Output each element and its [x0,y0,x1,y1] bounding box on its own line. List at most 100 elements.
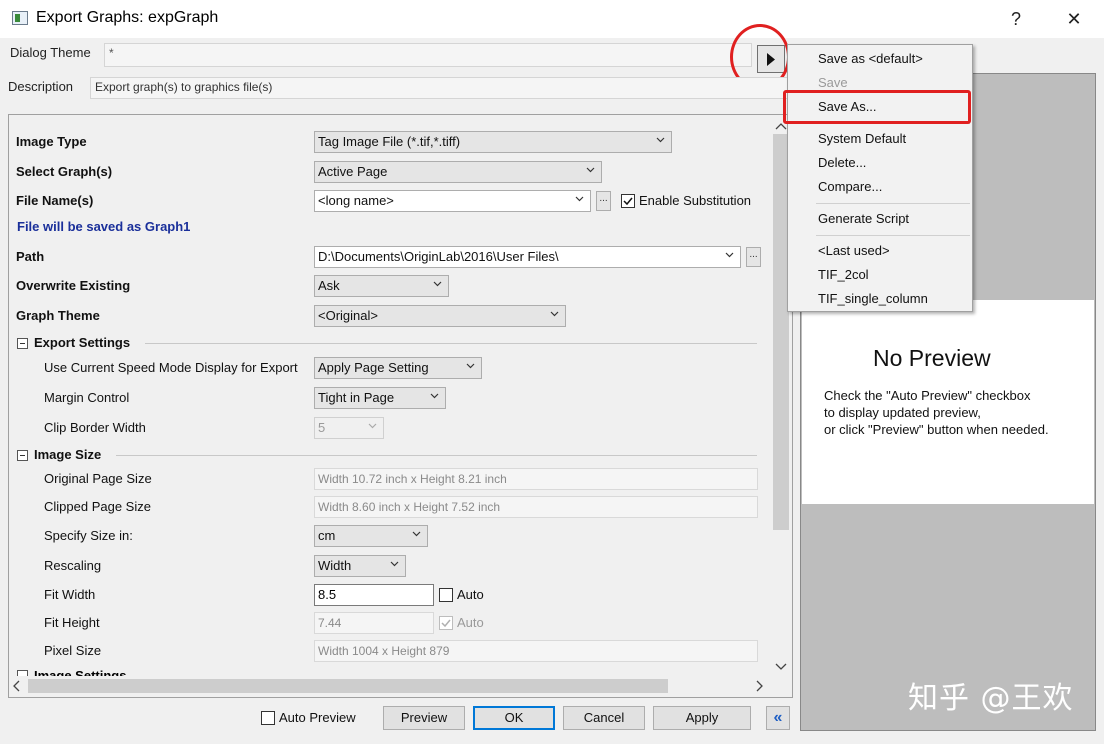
fit-width-auto-label: Auto [457,587,484,602]
menu-item-delete[interactable]: Delete... [818,155,866,170]
chevron-down-icon [725,252,734,258]
menu-item-save: Save [818,75,848,90]
rescaling-label: Rescaling [44,558,102,573]
section-divider [145,343,757,344]
image-size-header: Image Size [34,447,102,462]
dialog-theme-field[interactable]: * [104,43,752,67]
menu-item-last-used[interactable]: <Last used> [818,243,890,258]
theme-context-menu: Save as <default> Save Save As... System… [787,44,973,312]
fit-height-input: 7.44 [314,612,434,634]
menu-separator [816,235,970,236]
speed-mode-label: Use Current Speed Mode Display for Expor… [44,360,298,375]
image-type-value: Tag Image File (*.tif,*.tiff) [318,134,461,149]
menu-separator [816,203,970,204]
graph-theme-select[interactable]: <Original> [314,305,566,327]
clipped-size-field: Width 8.60 inch x Height 7.52 inch [314,496,758,518]
margin-control-value: Tight in Page [318,390,395,405]
app-icon [12,11,28,25]
fit-height-label: Fit Height [44,615,100,630]
ok-button[interactable]: OK [473,706,555,730]
collapse-preview-button[interactable]: « [766,706,790,730]
chevron-down-icon [586,167,595,173]
horizontal-scroll-thumb[interactable] [28,679,668,693]
preview-button[interactable]: Preview [383,706,465,730]
menu-item-tif-single-column[interactable]: TIF_single_column [818,291,928,306]
cancel-button[interactable]: Cancel [563,706,645,730]
checkmark-icon [441,619,451,628]
clip-border-select: 5 [314,417,384,439]
specify-size-value: cm [318,528,336,543]
original-size-label: Original Page Size [44,471,152,486]
clip-border-label: Clip Border Width [44,420,146,435]
chevron-down-icon [466,363,475,369]
select-graphs-select[interactable]: Active Page [314,161,602,183]
file-name-label: File Name(s) [16,193,94,208]
rescaling-select[interactable]: Width [314,555,406,577]
path-label: Path [16,249,45,264]
scroll-down-icon[interactable] [775,659,787,674]
file-name-browse-button[interactable]: ... [596,191,611,211]
preview-hint-line2: to display updated preview, [824,405,981,420]
image-settings-section-clipped: Image Settings [14,668,164,676]
section-divider [116,455,757,456]
fit-height-auto-label: Auto [457,615,484,630]
path-select[interactable]: D:\Documents\OriginLab\2016\User Files\ [314,246,741,268]
chevron-down-icon [550,311,559,317]
checkmark-icon [623,197,633,206]
path-browse-button[interactable]: ... [746,247,761,267]
clip-border-value: 5 [318,420,326,435]
close-button[interactable]: ✕ [1056,6,1092,32]
menu-item-generate-script[interactable]: Generate Script [818,211,909,226]
save-note: File will be saved as Graph1 [17,219,191,234]
menu-item-save-as-default[interactable]: Save as <default> [818,51,923,66]
collapse-image-size-icon[interactable] [17,450,28,461]
help-button[interactable]: ? [998,6,1034,32]
margin-control-label: Margin Control [44,390,130,405]
description-label: Description [8,79,74,94]
fit-width-label: Fit Width [44,587,96,602]
apply-button[interactable]: Apply [653,706,751,730]
chevron-down-icon [575,196,584,202]
chevron-down-icon [412,531,421,537]
specify-size-select[interactable]: cm [314,525,428,547]
overwrite-select[interactable]: Ask [314,275,449,297]
chevron-down-icon [656,137,665,143]
scroll-right-icon[interactable] [754,680,764,695]
dialog-theme-label: Dialog Theme [10,45,91,60]
margin-control-select[interactable]: Tight in Page [314,387,446,409]
export-settings-header: Export Settings [34,335,131,350]
enable-substitution-checkbox[interactable] [621,194,635,208]
graph-theme-value: <Original> [318,308,378,323]
image-type-label: Image Type [16,134,87,149]
scroll-left-icon[interactable] [12,680,22,695]
preview-hint-line3: or click "Preview" button when needed. [824,422,1049,437]
collapse-export-settings-icon[interactable] [17,338,28,349]
highlight-rectangle [783,90,971,124]
overwrite-label: Overwrite Existing [16,278,131,293]
enable-substitution-label: Enable Substitution [639,193,752,208]
fit-width-auto-checkbox[interactable] [439,588,453,602]
specify-size-label: Specify Size in: [44,528,133,543]
chevron-down-icon [390,561,399,567]
speed-mode-select[interactable]: Apply Page Setting [314,357,482,379]
graph-theme-label: Graph Theme [16,308,100,323]
watermark: 知乎 @王欢 [908,681,1074,716]
auto-preview-label: Auto Preview [279,710,356,725]
select-graphs-label: Select Graph(s) [16,164,113,179]
speed-mode-value: Apply Page Setting [318,360,429,375]
image-type-select[interactable]: Tag Image File (*.tif,*.tiff) [314,131,672,153]
window-title: Export Graphs: expGraph [36,9,219,26]
menu-item-tif-2col[interactable]: TIF_2col [818,267,869,282]
rescaling-value: Width [318,558,352,573]
chevron-down-icon [433,281,442,287]
fit-width-input[interactable]: 8.5 [314,584,434,606]
file-name-select[interactable]: <long name> [314,190,591,212]
path-value: D:\Documents\OriginLab\2016\User Files\ [318,249,559,264]
preview-hint-line1: Check the "Auto Preview" checkbox [824,388,1031,403]
original-size-field: Width 10.72 inch x Height 8.21 inch [314,468,758,490]
clipped-size-label: Clipped Page Size [44,499,151,514]
menu-item-system-default[interactable]: System Default [818,131,906,146]
menu-item-compare[interactable]: Compare... [818,179,882,194]
image-settings-header: Image Settings [34,668,127,676]
auto-preview-checkbox[interactable] [261,711,275,725]
